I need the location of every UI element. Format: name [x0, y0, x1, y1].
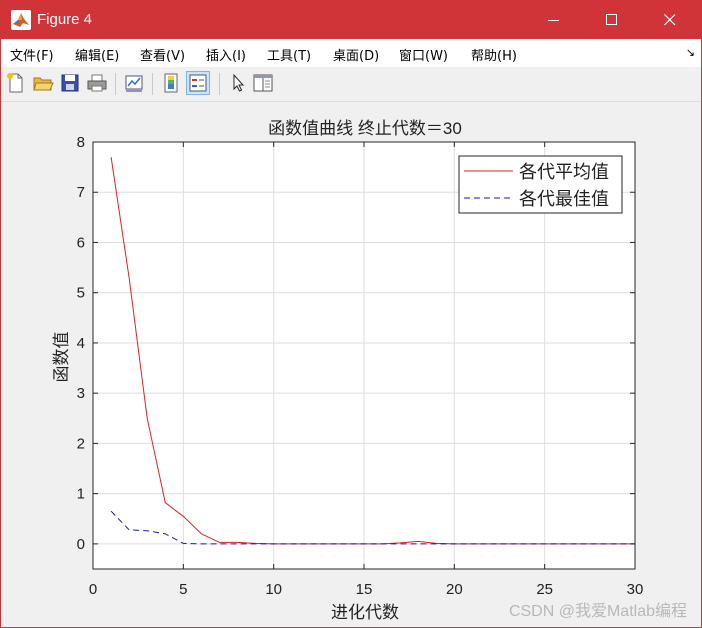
- menu-desktop[interactable]: 桌面(D): [333, 45, 379, 64]
- minimize-icon: [548, 20, 559, 21]
- x-axis-label: 进化代数: [331, 603, 399, 622]
- minimize-button[interactable]: [531, 1, 577, 39]
- x-tick-label: 25: [536, 581, 553, 598]
- y-tick-label: 0: [77, 536, 85, 553]
- figure-window: Figure 4 文件(F) 编辑(E) 查看(V) 插入(I) 工具(T) 桌…: [0, 0, 702, 628]
- legend-toggle-button[interactable]: [186, 71, 210, 95]
- x-tick-label: 20: [446, 581, 463, 598]
- y-tick-label: 3: [77, 385, 85, 402]
- menu-insert[interactable]: 插入(I): [206, 45, 246, 64]
- open-file-icon[interactable]: [32, 72, 54, 94]
- x-tick-label: 10: [265, 581, 282, 598]
- close-button[interactable]: [647, 1, 693, 39]
- chart-title: 函数值曲线 终止代数＝30: [268, 119, 462, 138]
- y-tick-label: 1: [77, 486, 85, 503]
- y-tick-label: 8: [77, 134, 85, 151]
- menu-file[interactable]: 文件(F): [10, 45, 54, 64]
- save-icon[interactable]: [59, 72, 81, 94]
- x-tick-label: 30: [627, 581, 644, 598]
- menu-bar: 文件(F) 编辑(E) 查看(V) 插入(I) 工具(T) 桌面(D) 窗口(W…: [1, 39, 701, 67]
- title-bar[interactable]: Figure 4: [1, 1, 701, 39]
- menu-edit[interactable]: 编辑(E): [75, 45, 119, 64]
- legend[interactable]: 各代平均值 各代最佳值: [458, 155, 623, 214]
- y-tick-label: 7: [77, 184, 85, 201]
- y-tick-label: 4: [77, 335, 85, 352]
- new-figure-icon[interactable]: [5, 72, 27, 94]
- y-tick-label: 5: [77, 285, 85, 302]
- link-plot-icon[interactable]: [123, 72, 145, 94]
- y-axis-label: 函数值: [52, 332, 71, 383]
- print-icon[interactable]: [86, 72, 108, 94]
- y-tick-label: 2: [77, 435, 85, 452]
- x-tick-label: 5: [179, 581, 187, 598]
- toolbar-separator: [219, 73, 220, 95]
- close-icon: [664, 14, 676, 26]
- menu-window[interactable]: 窗口(W): [399, 45, 448, 64]
- figure-canvas[interactable]: 0 5 10 15 20 25 30 0 1 2 3 4 5 6 7 8 函数值曲线 终止代数＝30 进化代数…: [1, 102, 701, 627]
- window-title: Figure 4: [37, 11, 93, 28]
- y-tick-label: 6: [77, 234, 85, 251]
- menu-tools[interactable]: 工具(T): [267, 45, 311, 64]
- toolbar-separator: [152, 73, 153, 95]
- legend-icon: [189, 74, 207, 92]
- x-tick-label: 0: [89, 581, 97, 598]
- maximize-button[interactable]: [589, 1, 635, 39]
- legend-label-best: 各代最佳值: [519, 189, 609, 209]
- watermark: CSDN @我爱Matlab编程: [509, 602, 687, 620]
- property-editor-icon[interactable]: [252, 72, 274, 94]
- matlab-logo-icon: [11, 10, 31, 30]
- colorbar-icon[interactable]: [160, 72, 182, 94]
- maximize-icon: [606, 14, 617, 25]
- toolbar: [1, 67, 701, 102]
- pointer-icon[interactable]: [227, 72, 249, 94]
- toolbar-separator: [115, 73, 116, 95]
- menu-help[interactable]: 帮助(H): [471, 45, 517, 64]
- legend-label-average: 各代平均值: [519, 162, 609, 182]
- x-tick-label: 15: [356, 581, 373, 598]
- menu-view[interactable]: 查看(V): [140, 45, 185, 64]
- menu-overflow-icon[interactable]: ↘: [686, 46, 695, 59]
